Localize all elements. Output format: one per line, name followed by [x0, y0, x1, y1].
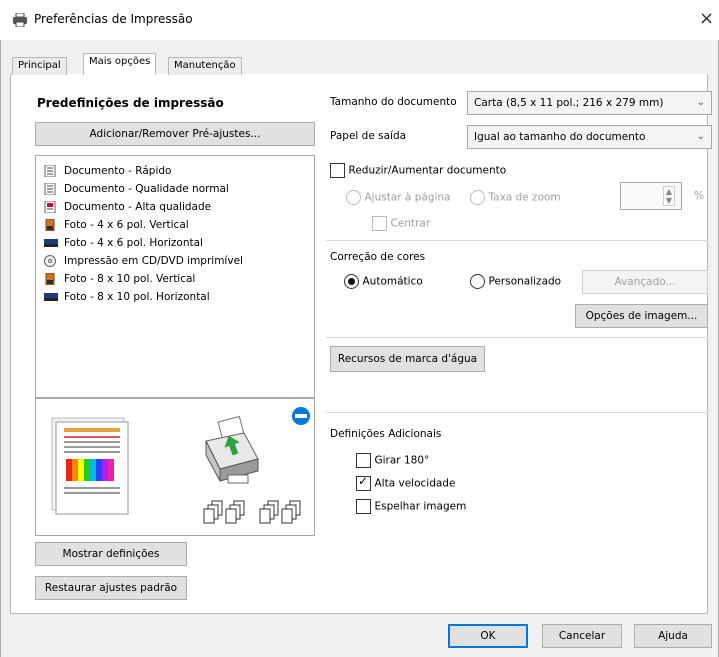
rotate-180-label: Girar 180°: [374, 454, 430, 467]
watermark-features-button[interactable]: Recursos de marca d'água: [330, 346, 485, 372]
presets-list[interactable]: Documento - Rápido Documento - Qualidade…: [35, 155, 315, 398]
custom-row[interactable]: Personalizado: [470, 274, 561, 289]
spinner-arrows-icon[interactable]: ▲ ▼: [663, 186, 675, 206]
zoom-rate-label: Taxa de zoom: [488, 191, 561, 204]
list-item[interactable]: Foto - 4 x 6 pol. Vertical: [44, 216, 189, 234]
fit-to-page-radio[interactable]: [346, 190, 361, 205]
rotate-180-checkbox[interactable]: [356, 453, 371, 468]
image-options-button[interactable]: Opções de imagem...: [575, 304, 708, 328]
additional-settings-heading: Definições Adicionais: [330, 428, 442, 440]
list-item[interactable]: Documento - Qualidade normal: [44, 180, 229, 198]
document-size-label: Tamanho do documento: [330, 96, 457, 108]
photo-landscape-icon: [44, 237, 58, 249]
print-preview: [35, 398, 315, 536]
document-page-icon: [51, 417, 129, 515]
cancel-button[interactable]: Cancelar: [542, 624, 622, 648]
list-item-label: Foto - 4 x 6 pol. Horizontal: [64, 237, 203, 249]
automatic-radio[interactable]: [344, 274, 359, 289]
high-speed-checkbox[interactable]: ✓: [356, 474, 371, 491]
list-item-label: Documento - Rápido: [64, 165, 172, 177]
fit-to-page-label: Ajustar à página: [364, 191, 451, 204]
divider: [326, 240, 708, 241]
document-size-value: Carta (8,5 x 11 pol.; 216 x 279 mm): [474, 97, 664, 109]
zoom-rate-row[interactable]: Taxa de zoom: [470, 190, 561, 205]
list-item[interactable]: Foto - 8 x 10 pol. Vertical: [44, 270, 195, 288]
list-item-label: Foto - 4 x 6 pol. Vertical: [64, 219, 189, 231]
printer-icon: [12, 12, 28, 28]
advanced-button[interactable]: Avançado...: [582, 270, 708, 294]
document-icon: [44, 182, 58, 196]
help-button[interactable]: Ajuda: [634, 624, 712, 648]
output-paper-label: Papel de saída: [330, 130, 407, 142]
preview-illustration: [51, 407, 310, 524]
list-item-label: Documento - Qualidade normal: [64, 183, 229, 195]
fit-to-page-row[interactable]: Ajustar à página: [346, 190, 450, 205]
document-size-select[interactable]: Carta (8,5 x 11 pol.; 216 x 279 mm) ⌄: [467, 91, 712, 115]
list-item[interactable]: Documento - Rápido: [44, 162, 171, 180]
photo-landscape-icon: [44, 291, 58, 303]
output-paper-value: Igual ao tamanho do documento: [474, 131, 646, 143]
chevron-down-icon: ⌄: [696, 131, 705, 142]
reduce-enlarge-checkbox[interactable]: [330, 163, 345, 178]
photo-portrait-icon: [44, 218, 58, 232]
zoom-rate-radio[interactable]: [470, 190, 485, 205]
rotate-180-row[interactable]: Girar 180°: [356, 453, 429, 468]
mirror-image-row[interactable]: Espelhar imagem: [356, 499, 466, 514]
zoom-rate-input[interactable]: ▲ ▼: [620, 182, 682, 210]
photo-portrait-icon: [44, 272, 58, 286]
output-paper-select[interactable]: Igual ao tamanho do documento ⌄: [467, 125, 712, 149]
list-item-label: Documento - Alta qualidade: [64, 201, 212, 213]
document-color-icon: [44, 200, 58, 214]
color-correction-heading: Correção de cores: [330, 251, 426, 263]
center-row[interactable]: Centrar: [372, 216, 430, 231]
list-item[interactable]: Foto - 8 x 10 pol. Horizontal: [44, 288, 210, 306]
info-badge-icon: [292, 407, 310, 425]
tab-mais-opcoes[interactable]: Mais opções: [83, 53, 157, 75]
zoom-unit: %: [694, 190, 704, 202]
presets-heading: Predefinições de impressão: [37, 96, 224, 110]
divider: [326, 412, 708, 413]
center-checkbox[interactable]: [372, 216, 387, 231]
list-item[interactable]: Documento - Alta qualidade: [44, 198, 211, 216]
mirror-image-checkbox[interactable]: [356, 499, 371, 514]
printer-illustration-icon: [205, 415, 259, 484]
mirror-image-label: Espelhar imagem: [374, 500, 467, 513]
checkmark-icon: ✓: [358, 474, 369, 488]
restore-defaults-button[interactable]: Restaurar ajustes padrão: [35, 576, 187, 600]
reduce-enlarge-label: Reduzir/Aumentar documento: [348, 164, 507, 177]
add-remove-presets-button[interactable]: Adicionar/Remover Pré-ajustes...: [35, 122, 315, 146]
list-item-label: Foto - 8 x 10 pol. Horizontal: [64, 291, 210, 303]
center-label: Centrar: [390, 217, 431, 230]
reduce-enlarge-row[interactable]: Reduzir/Aumentar documento: [330, 163, 506, 178]
custom-label: Personalizado: [488, 275, 562, 288]
document-icon: [44, 164, 58, 178]
chevron-down-icon: ⌄: [696, 97, 705, 108]
close-icon[interactable]: ×: [699, 8, 714, 29]
high-speed-label: Alta velocidade: [374, 477, 456, 490]
ok-button[interactable]: OK: [448, 624, 528, 648]
collate-icon: [203, 500, 301, 524]
divider: [326, 337, 708, 338]
high-speed-row[interactable]: ✓ Alta velocidade: [356, 474, 456, 491]
tab-manutencao[interactable]: Manutenção: [168, 57, 242, 75]
cd-icon: [44, 255, 58, 267]
tab-principal[interactable]: Principal: [12, 57, 67, 75]
automatic-label: Automático: [362, 275, 423, 288]
list-item[interactable]: Impressão em CD/DVD imprimível: [44, 252, 243, 270]
list-item[interactable]: Foto - 4 x 6 pol. Horizontal: [44, 234, 203, 252]
list-item-label: Foto - 8 x 10 pol. Vertical: [64, 273, 196, 285]
window-title: Preferências de Impressão: [34, 12, 193, 26]
automatic-row[interactable]: Automático: [344, 274, 423, 289]
custom-radio[interactable]: [470, 274, 485, 289]
show-settings-button[interactable]: Mostrar definições: [35, 542, 187, 566]
list-item-label: Impressão em CD/DVD imprimível: [64, 255, 243, 267]
